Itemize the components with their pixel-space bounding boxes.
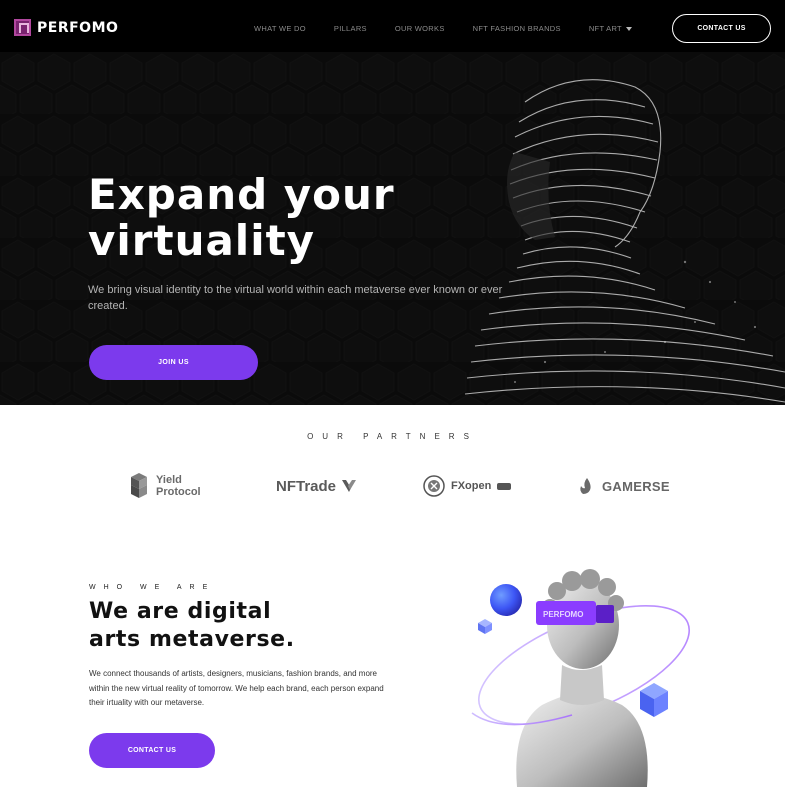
- brand-logo[interactable]: PERFOMO: [14, 19, 118, 36]
- who-title-line-1: We are digital: [89, 599, 272, 624]
- gamerse-flame-icon: [580, 478, 591, 494]
- partner-gamerse[interactable]: GAMERSE: [578, 470, 670, 502]
- nav-contact-button[interactable]: CONTACT US: [672, 14, 771, 43]
- partner-yield-protocol[interactable]: Yield Protocol: [128, 470, 201, 502]
- perfomo-logo-icon: [14, 19, 31, 36]
- hero-title-line-1: Expand your: [88, 170, 395, 219]
- partners-title: OUR PARTNERS: [307, 432, 478, 441]
- who-title-line-2: arts metaverse.: [89, 627, 295, 652]
- caret-down-icon: [625, 27, 632, 32]
- brand-name: PERFOMO: [37, 19, 119, 36]
- partner-nftrade-label: NFTrade: [276, 477, 337, 495]
- hero-title-line-2: virtuality: [88, 216, 316, 265]
- contact-us-button[interactable]: CONTACT US: [89, 733, 215, 768]
- join-us-button[interactable]: JOIN US: [89, 345, 258, 380]
- nav-link-nft-art[interactable]: NFT ART: [589, 24, 632, 33]
- nav-link-nft-fashion-brands[interactable]: NFT FASHION BRANDS: [473, 24, 561, 33]
- nav-link-our-works[interactable]: OUR WORKS: [395, 24, 445, 33]
- nav-links: WHAT WE DO PILLARS OUR WORKS NFT FASHION…: [254, 24, 632, 33]
- partner-yield-protocol-label: Yield Protocol: [156, 474, 201, 498]
- partner-fxopen[interactable]: FXopen: [423, 470, 512, 502]
- nftrade-arrow-icon: [342, 480, 357, 492]
- fxopen-crest-icon: [423, 475, 445, 497]
- who-we-are-title: We are digital arts metaverse.: [89, 598, 419, 654]
- yield-cubes-icon: [131, 473, 147, 498]
- hero-title: Expand your virtuality: [88, 172, 508, 264]
- top-navbar: PERFOMO WHAT WE DO PILLARS OUR WORKS NFT…: [0, 0, 785, 52]
- partner-yield-line-2: Protocol: [156, 486, 201, 498]
- nav-link-what-we-do[interactable]: WHAT WE DO: [254, 24, 306, 33]
- headset-badge: PERFOMO: [543, 610, 583, 619]
- partner-nftrade[interactable]: NFTrade: [276, 470, 357, 502]
- vr-statue-image: PERFOMO: [471, 569, 691, 787]
- who-we-are-description: We connect thousands of artists, designe…: [89, 669, 384, 707]
- partner-fxopen-label: FXopen: [451, 480, 492, 492]
- partner-gamerse-label: GAMERSE: [602, 478, 670, 494]
- fxopen-tag-icon: [497, 482, 512, 490]
- nav-link-nft-art-label: NFT ART: [588, 24, 622, 33]
- who-we-are-label: WHO WE ARE: [89, 584, 216, 591]
- hero-section: Expand your virtuality We bring visual i…: [0, 52, 785, 405]
- partner-yield-line-1: Yield: [156, 474, 182, 486]
- hero-subtitle: We bring visual identity to the virtual …: [88, 284, 503, 312]
- nav-link-pillars[interactable]: PILLARS: [334, 24, 367, 33]
